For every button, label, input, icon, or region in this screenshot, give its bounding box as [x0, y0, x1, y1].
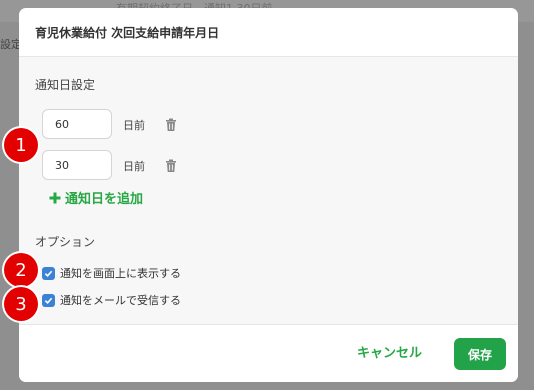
trash-icon[interactable] — [164, 118, 178, 132]
modal-footer: キャンセル 保存 — [19, 324, 518, 382]
annotation-marker-3: 3 — [4, 287, 38, 321]
plus-icon — [49, 192, 61, 203]
trash-icon[interactable] — [164, 159, 178, 173]
notify-section-title: 通知日設定 — [35, 78, 96, 92]
notification-settings-modal: 育児休業給付 次回支給申請年月日 通知日設定 60 日前 30 日前 通知日を追 — [19, 8, 518, 382]
checkbox-checked[interactable] — [42, 293, 55, 307]
option-label: 通知を画面上に表示する — [60, 267, 181, 280]
annotation-marker-2: 2 — [4, 253, 38, 287]
options-section-title: オプション — [35, 235, 96, 249]
notify-day-unit-1: 日前 — [123, 119, 145, 132]
modal-title: 育児休業給付 次回支給申請年月日 — [19, 8, 518, 57]
checkbox-checked[interactable] — [42, 266, 55, 280]
check-icon — [44, 270, 53, 277]
modal-body: 通知日設定 60 日前 30 日前 通知日を追加 オプション 通知を画面上に表示… — [19, 57, 518, 326]
add-notify-day-label: 通知日を追加 — [65, 192, 144, 207]
option-email[interactable]: 通知をメールで受信する — [42, 292, 181, 308]
annotation-marker-1: 1 — [4, 128, 38, 162]
option-show-on-screen[interactable]: 通知を画面上に表示する — [42, 265, 181, 281]
notify-day-unit-2: 日前 — [123, 160, 145, 173]
check-icon — [44, 297, 53, 304]
notify-day-input-2[interactable]: 30 — [42, 150, 112, 180]
cancel-button[interactable]: キャンセル — [357, 339, 422, 369]
save-button[interactable]: 保存 — [454, 338, 506, 370]
add-notify-day-link[interactable]: 通知日を追加 — [49, 188, 143, 207]
notify-day-input-1[interactable]: 60 — [42, 109, 112, 139]
option-label: 通知をメールで受信する — [60, 294, 181, 307]
